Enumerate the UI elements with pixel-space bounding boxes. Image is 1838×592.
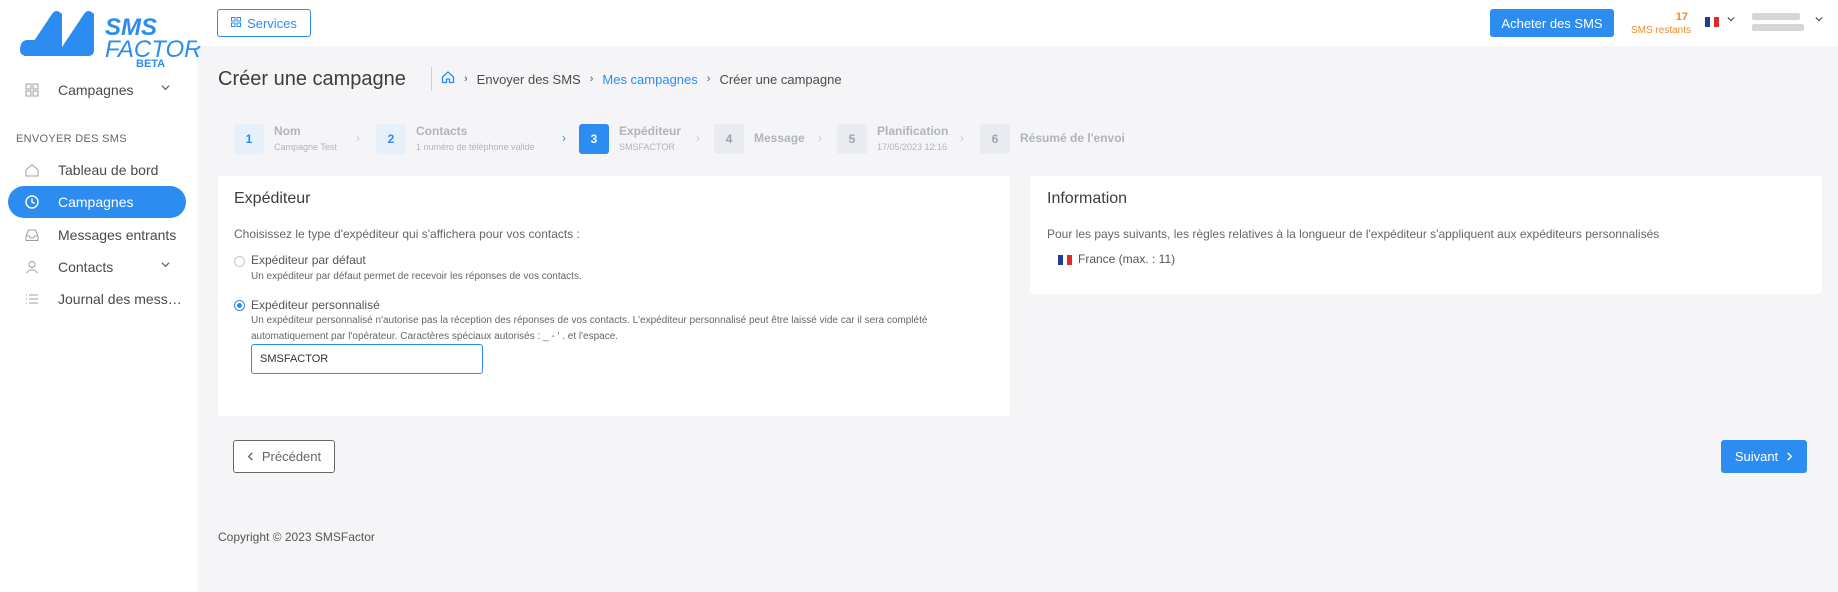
breadcrumb: › Envoyer des SMS › Mes campagnes › Crée… bbox=[441, 70, 842, 88]
brand-logo[interactable]: SMS FACTOR BETA bbox=[18, 8, 201, 70]
sidebar-item-label: Tableau de bord bbox=[58, 162, 159, 178]
country-rule: France (max. : 11) bbox=[1078, 252, 1176, 266]
step-number: 5 bbox=[837, 124, 867, 154]
step-number: 1 bbox=[234, 124, 264, 154]
custom-sender-description-line1: Un expéditeur personnalisé n'autorise pa… bbox=[251, 315, 928, 326]
sidebar-item-messages-entrants[interactable]: Messages entrants bbox=[8, 219, 186, 251]
chevron-right-icon: › bbox=[562, 131, 566, 145]
step-number: 6 bbox=[980, 124, 1010, 154]
default-sender-description: Un expéditeur par défaut permet de recev… bbox=[251, 271, 582, 282]
step-title: Message bbox=[754, 131, 805, 145]
sender-card-title: Expéditeur bbox=[234, 190, 311, 207]
step-title: Expéditeur bbox=[619, 124, 682, 138]
services-button[interactable]: Services bbox=[217, 9, 311, 37]
sender-card bbox=[218, 176, 1010, 416]
title-divider bbox=[431, 67, 432, 91]
info-text: Pour les pays suivants, les règles relat… bbox=[1047, 227, 1660, 241]
breadcrumb-item[interactable]: Envoyer des SMS bbox=[477, 72, 581, 87]
credits-count: 17 bbox=[1675, 11, 1688, 23]
chevron-down-icon bbox=[161, 260, 170, 272]
nav-section-label: ENVOYER DES SMS bbox=[16, 133, 127, 145]
step-subtitle: SMSFACTOR bbox=[619, 142, 675, 152]
sidebar-item-campagnes[interactable]: Campagnes bbox=[8, 186, 186, 218]
next-label: Suivant bbox=[1734, 449, 1779, 464]
chevron-right-icon: › bbox=[818, 131, 822, 145]
sidebar-item-contacts[interactable]: Contacts bbox=[8, 251, 186, 283]
step-subtitle: Campagne Test bbox=[274, 142, 337, 152]
step-number: 2 bbox=[376, 124, 406, 154]
chevron-left-icon bbox=[247, 449, 254, 464]
step-subtitle: 1 numéro de téléphone valide bbox=[416, 142, 535, 152]
step-title: Nom bbox=[274, 124, 301, 138]
step-title: Planification bbox=[877, 124, 949, 138]
previous-label: Précédent bbox=[261, 449, 322, 464]
list-icon bbox=[24, 291, 40, 307]
step-message[interactable]: 4 Message bbox=[714, 124, 805, 154]
grid-icon bbox=[24, 82, 40, 98]
step-title: Résumé de l'envoi bbox=[1020, 131, 1125, 145]
services-label: Services bbox=[247, 15, 297, 31]
chevron-right-icon: › bbox=[696, 131, 700, 145]
chevron-right-icon: › bbox=[960, 131, 964, 145]
step-resume[interactable]: 6 Résumé de l'envoi bbox=[980, 124, 1125, 154]
chevron-right-icon: › bbox=[356, 131, 360, 145]
home-icon[interactable] bbox=[441, 70, 455, 88]
step-contacts[interactable]: 2 Contacts 1 numéro de téléphone valide bbox=[376, 124, 535, 154]
chevron-right-icon: › bbox=[464, 73, 468, 85]
grid-icon bbox=[231, 16, 242, 30]
credits-label: SMS restants bbox=[1631, 25, 1692, 36]
fr-flag-icon[interactable] bbox=[1705, 17, 1720, 27]
chevron-right-icon: › bbox=[589, 73, 594, 85]
sidebar-item-label: Campagnes bbox=[58, 82, 134, 98]
chevron-right-icon: › bbox=[706, 73, 711, 85]
user-icon bbox=[24, 259, 40, 275]
custom-sender-description-line2: automatiquement par l'opérateur. Caractè… bbox=[251, 331, 619, 342]
breadcrumb-current: Créer une campagne bbox=[719, 71, 842, 87]
sidebar-item-dashboard[interactable]: Tableau de bord bbox=[8, 154, 186, 186]
info-card-title: Information bbox=[1047, 190, 1128, 207]
fr-flag-icon bbox=[1058, 255, 1073, 265]
step-subtitle: 17/05/2023 12:16 bbox=[877, 142, 948, 152]
radio-default-sender[interactable] bbox=[234, 256, 245, 267]
page-title: Créer une campagne bbox=[218, 68, 406, 90]
sender-prompt: Choisissez le type d'expéditeur qui s'af… bbox=[234, 227, 580, 241]
step-expediteur[interactable]: 3 Expéditeur SMSFACTOR bbox=[579, 124, 681, 154]
breadcrumb-link[interactable]: Mes campagnes bbox=[602, 72, 697, 87]
sidebar: SMS FACTOR BETA Campagnes ENVOYER DES SM… bbox=[0, 0, 201, 592]
chevron-down-icon[interactable] bbox=[1815, 15, 1823, 25]
sidebar-item-label: Campagnes bbox=[58, 194, 134, 210]
chevron-right-icon bbox=[1786, 449, 1793, 464]
step-nom[interactable]: 1 Nom Campagne Test bbox=[234, 124, 337, 154]
previous-button[interactable]: Précédent bbox=[233, 440, 335, 473]
copyright: Copyright © 2023 SMSFactor bbox=[218, 530, 375, 544]
sidebar-item-label: Contacts bbox=[58, 259, 114, 275]
logo-mark-icon bbox=[20, 11, 94, 56]
clock-icon bbox=[24, 194, 40, 210]
sidebar-item-label: Messages entrants bbox=[58, 227, 177, 243]
home-icon bbox=[24, 162, 40, 178]
sidebar-item-label: Journal des mess… bbox=[58, 291, 182, 307]
step-title: Contacts bbox=[416, 124, 468, 138]
step-number: 4 bbox=[714, 124, 744, 154]
user-menu[interactable] bbox=[1752, 13, 1804, 37]
step-number: 3 bbox=[579, 124, 609, 154]
buy-sms-button[interactable]: Acheter des SMS bbox=[1490, 9, 1614, 37]
chevron-down-icon[interactable] bbox=[1727, 15, 1735, 25]
next-button[interactable]: Suivant bbox=[1721, 440, 1807, 473]
chevron-down-icon bbox=[161, 83, 170, 95]
logo-beta-tag: BETA bbox=[136, 58, 166, 70]
inbox-icon bbox=[24, 227, 40, 243]
sidebar-item-journal[interactable]: Journal des mess… bbox=[8, 283, 186, 315]
radio-custom-sender[interactable] bbox=[234, 300, 245, 311]
default-sender-label[interactable]: Expéditeur par défaut bbox=[251, 253, 366, 267]
step-planification[interactable]: 5 Planification 17/05/2023 12:16 bbox=[837, 124, 948, 154]
custom-sender-label[interactable]: Expéditeur personnalisé bbox=[251, 298, 380, 312]
sender-name-input[interactable] bbox=[251, 344, 483, 374]
sidebar-item-campagnes-top[interactable]: Campagnes bbox=[8, 74, 186, 106]
